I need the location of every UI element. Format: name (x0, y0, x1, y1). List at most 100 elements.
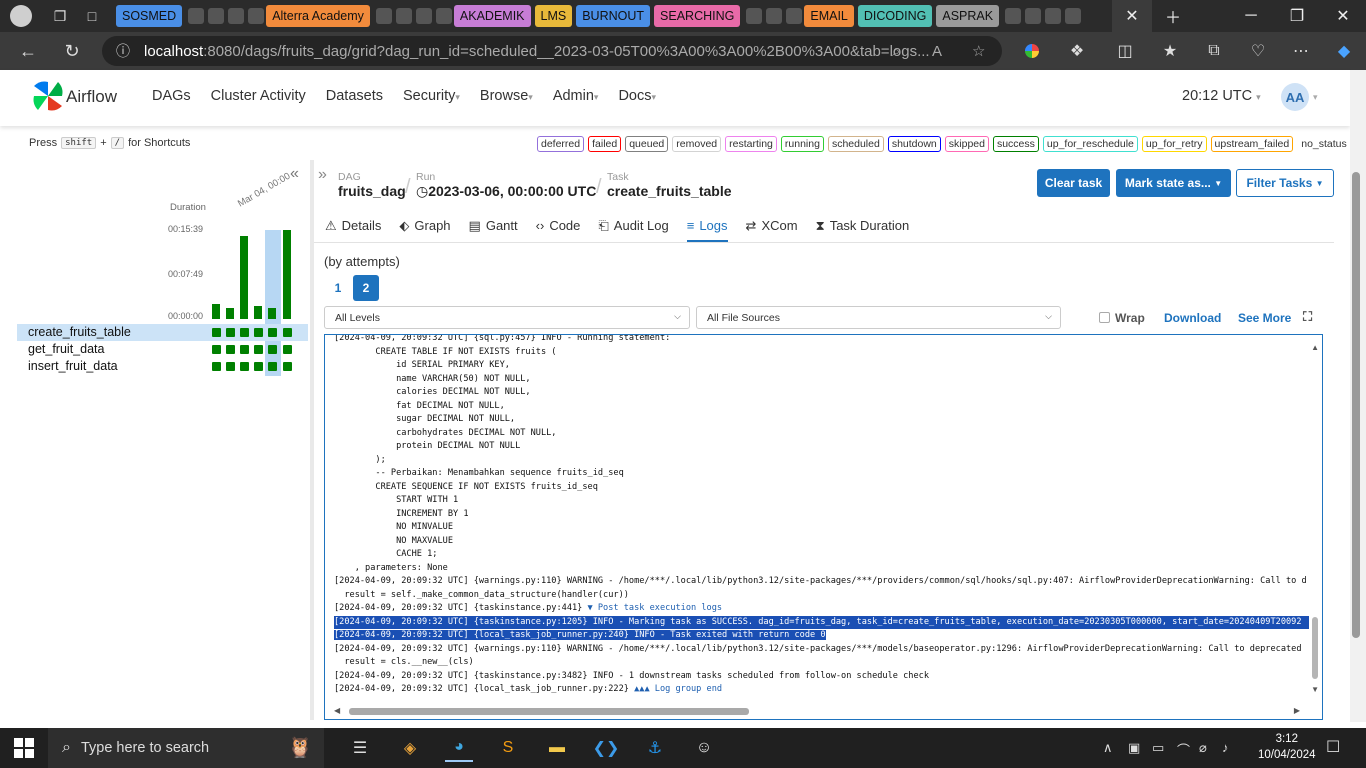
tab-favicon-icon[interactable] (208, 8, 225, 24)
bookmark-group-dicoding[interactable]: DICODING (857, 5, 933, 27)
task-instance-square[interactable] (212, 328, 221, 337)
legend-up-for-reschedule[interactable]: up_for_reschedule (1042, 136, 1138, 152)
notifications-icon[interactable]: ☐ (1326, 737, 1340, 757)
profile-avatar[interactable] (10, 5, 32, 27)
bookmark-group-sosmed[interactable]: SOSMED (116, 5, 183, 27)
file-explorer-icon[interactable]: ▬ (543, 734, 571, 762)
bookmark-group-asprak[interactable]: ASPRAK (936, 5, 1000, 27)
nav-datasets[interactable]: Datasets (326, 88, 383, 104)
utc-clock[interactable]: 20:12 UTC ▾ (1182, 88, 1261, 104)
task-instance-square[interactable] (283, 345, 292, 354)
task-instance-square[interactable] (283, 328, 292, 337)
split-screen-icon[interactable]: ◫ (1111, 38, 1139, 64)
edge-browser-icon[interactable]: ◕ (445, 734, 473, 762)
nav-docs[interactable]: Docs▾ (618, 88, 656, 104)
read-aloud-icon[interactable]: A (932, 43, 942, 60)
breadcrumb-task[interactable]: create_fruits_table (607, 183, 732, 199)
task-instance-square[interactable] (254, 345, 263, 354)
bookmark-group-searching[interactable]: SEARCHING (654, 5, 741, 27)
run-duration-bar[interactable] (254, 306, 262, 319)
attempt-button-1[interactable]: 1 (325, 275, 351, 301)
camera-icon[interactable]: ▣ (1128, 740, 1140, 756)
log-group-toggle[interactable]: ▲▲▲ Log group end (634, 684, 722, 694)
log-vertical-scrollbar[interactable] (1312, 617, 1318, 679)
tab-favicon-icon[interactable] (228, 8, 245, 24)
workspaces-icon[interactable]: ❐ (49, 5, 71, 27)
breadcrumb-dag[interactable]: fruits_dag (338, 183, 406, 199)
nav-dags[interactable]: DAGs (152, 88, 191, 104)
wrap-checkbox[interactable] (1099, 312, 1110, 323)
mark-state-button[interactable]: Mark state as... ▼ (1116, 169, 1231, 197)
bookmark-group-email[interactable]: EMAIL (804, 5, 854, 27)
tab-favicon-icon[interactable] (395, 8, 412, 24)
download-link[interactable]: Download (1164, 311, 1221, 325)
zoom-icon[interactable]: ⌕ (892, 43, 900, 60)
scroll-up-icon[interactable]: ▲ (1311, 343, 1319, 352)
task-instance-square[interactable] (226, 345, 235, 354)
clear-task-button[interactable]: Clear task (1037, 169, 1110, 197)
restore-window-icon[interactable]: ❐ (1274, 0, 1320, 32)
chevron-down-icon[interactable]: ▾ (1313, 92, 1318, 103)
system-clock[interactable]: 3:12 10/04/2024 (1258, 731, 1316, 763)
legend-skipped[interactable]: skipped (944, 136, 989, 152)
log-group-toggle[interactable]: ▼ Post task execution logs (588, 603, 723, 613)
legend-success[interactable]: success (992, 136, 1039, 152)
page-scrollbar[interactable] (1352, 172, 1360, 638)
tab-actions-icon[interactable]: □ (81, 5, 103, 27)
legend-queued[interactable]: queued (625, 136, 669, 152)
nav-admin[interactable]: Admin▾ (553, 88, 599, 104)
site-info-icon[interactable]: ⓘ (116, 41, 130, 61)
copilot-icon[interactable]: ◆ (1330, 38, 1358, 64)
scroll-left-icon[interactable]: ◀ (334, 706, 340, 715)
log-horizontal-scrollbar[interactable] (349, 708, 749, 715)
legend-running[interactable]: running (780, 136, 824, 152)
run-duration-bar[interactable] (268, 308, 276, 319)
task-instance-square[interactable] (212, 362, 221, 371)
run-duration-bar[interactable] (283, 230, 291, 319)
legend-scheduled[interactable]: scheduled (827, 136, 884, 152)
tab-logs[interactable]: ≡ Logs (686, 212, 728, 242)
filter-tasks-button[interactable]: Filter Tasks ▼ (1236, 169, 1334, 197)
bookmark-group-lms[interactable]: LMS (534, 5, 573, 27)
volume-icon[interactable]: ♪ (1222, 740, 1229, 755)
tab-code[interactable]: ‹› Code (536, 212, 581, 242)
task-instance-square[interactable] (226, 328, 235, 337)
address-bar[interactable]: ⓘ localhost:8080/dags/fruits_dag/grid?da… (102, 36, 1002, 66)
reload-icon[interactable]: ↻ (54, 35, 90, 67)
scroll-down-icon[interactable]: ▼ (1311, 685, 1319, 694)
see-more-link[interactable]: See More (1238, 311, 1291, 325)
tab-favicon-icon[interactable] (248, 8, 265, 24)
bookmark-group-akademik[interactable]: AKADEMIK (453, 5, 531, 27)
tab-xcom[interactable]: ⇄ XCom (746, 212, 798, 242)
legend-restarting[interactable]: restarting (725, 136, 777, 152)
run-duration-bar[interactable] (226, 308, 234, 319)
task-instance-square[interactable] (268, 362, 277, 371)
tab-task-duration[interactable]: ⧗ Task Duration (816, 212, 910, 242)
app-icon[interactable]: ☺ (690, 734, 718, 762)
nav-security[interactable]: Security▾ (403, 88, 460, 104)
owls-widget-icon[interactable]: 🦉 (278, 729, 322, 765)
run-duration-bar[interactable] (240, 236, 248, 319)
tab-favicon-icon[interactable] (1005, 8, 1022, 24)
nav-browse[interactable]: Browse▾ (480, 88, 533, 104)
extensions-icon[interactable]: ❖ (1063, 38, 1091, 64)
extension-color-icon[interactable] (1018, 38, 1046, 64)
task-instance-square[interactable] (226, 362, 235, 371)
fullscreen-icon[interactable]: ⛶ (1303, 309, 1312, 325)
minimize-window-icon[interactable]: ─ (1228, 0, 1274, 32)
task-instance-square[interactable] (240, 362, 249, 371)
tab-gantt[interactable]: ▤ Gantt (469, 212, 518, 242)
browser-essentials-icon[interactable]: ♡ (1244, 38, 1272, 64)
bookmark-group-burnout[interactable]: BURNOUT (576, 5, 651, 27)
attempt-button-2[interactable]: 2 (353, 275, 379, 301)
log-viewer[interactable]: [2024-04-09, 20:09:32 UTC] {sql.py:457} … (324, 334, 1323, 720)
task-instance-square[interactable] (268, 328, 277, 337)
user-avatar[interactable]: AA (1281, 83, 1309, 111)
task-row-get-fruit-data[interactable]: get_fruit_data (17, 341, 308, 358)
task-instance-square[interactable] (268, 345, 277, 354)
legend-upstream-failed[interactable]: upstream_failed (1210, 136, 1294, 152)
run-duration-bar[interactable] (212, 304, 220, 319)
airflow-brand[interactable]: Airflow (66, 87, 117, 107)
task-instance-square[interactable] (240, 328, 249, 337)
legend-up-for-retry[interactable]: up_for_retry (1141, 136, 1207, 152)
